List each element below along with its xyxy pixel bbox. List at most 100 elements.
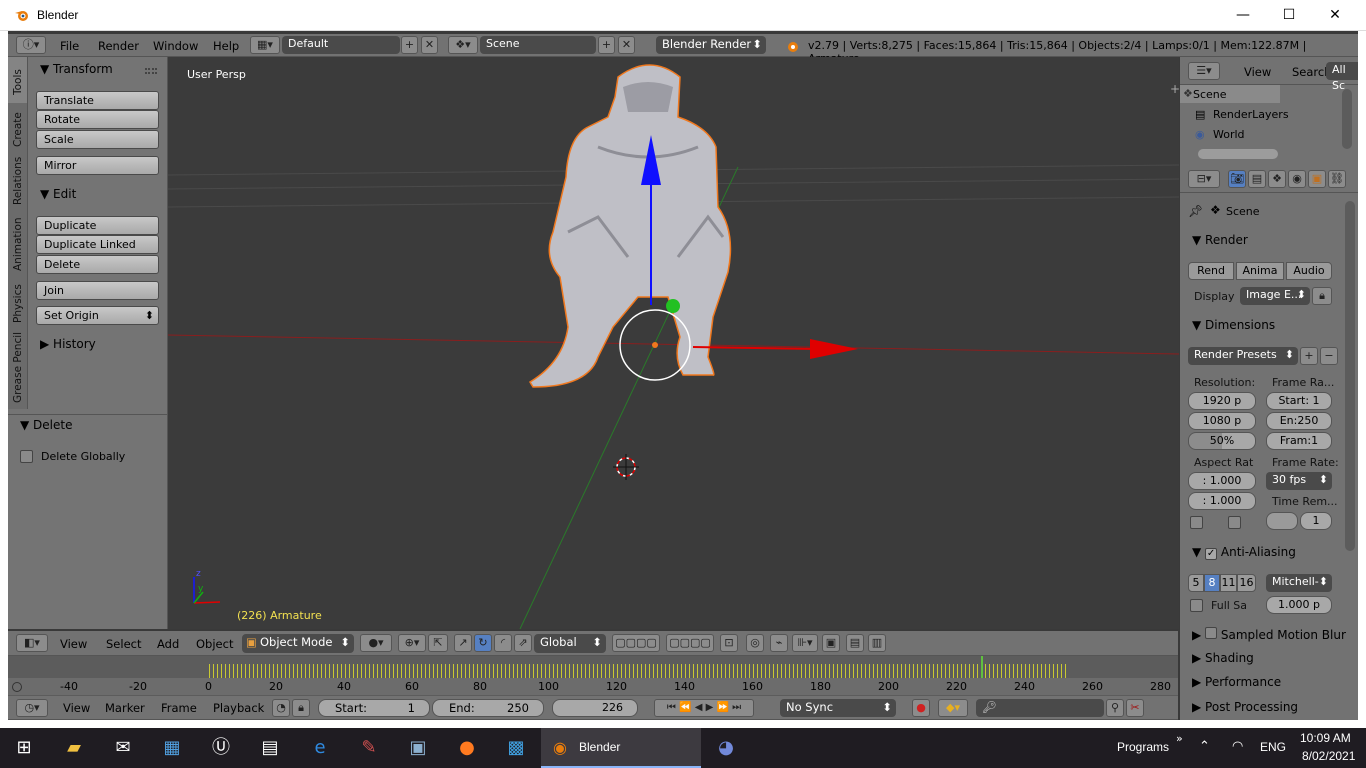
- outliner-item-world[interactable]: World: [1213, 128, 1245, 141]
- outliner-item-scene[interactable]: Scene: [1193, 88, 1227, 101]
- sampled-motion-blur-panel-toggle[interactable]: ▶ Sampled Motion Blur: [1192, 627, 1346, 642]
- time-remap-old-field[interactable]: [1266, 512, 1298, 530]
- properties-scrollbar[interactable]: [1345, 201, 1355, 551]
- lock-range-icon[interactable]: 🔒︎: [292, 699, 310, 717]
- history-panel-toggle[interactable]: ▶ History: [40, 337, 96, 351]
- scale-button[interactable]: Scale: [36, 130, 159, 149]
- sync-mode-select[interactable]: No Sync ⬍: [780, 699, 896, 717]
- network-wifi-icon[interactable]: ◠: [1232, 739, 1243, 754]
- viewport-menu-view[interactable]: View: [60, 637, 87, 651]
- aspect-y-field[interactable]: : 1.000: [1188, 492, 1256, 510]
- editor-type-outliner-icon[interactable]: ☰▾: [1188, 62, 1220, 80]
- 3d-cursor[interactable]: [613, 454, 639, 480]
- pivot-point-icon[interactable]: ⊕▾: [398, 634, 426, 652]
- constraints-context-icon[interactable]: ⛓︎: [1328, 170, 1346, 188]
- snap-icon[interactable]: ⌁: [770, 634, 788, 652]
- render-engine-select[interactable]: Blender Render ⬍: [656, 36, 766, 54]
- duplicate-button[interactable]: Duplicate: [36, 216, 159, 235]
- add-layout-icon[interactable]: +: [401, 36, 418, 54]
- discord-icon[interactable]: ◕: [702, 728, 750, 768]
- render-audio-button[interactable]: Audio: [1286, 262, 1332, 280]
- crop-checkbox[interactable]: [1228, 516, 1241, 529]
- menu-file[interactable]: File: [60, 39, 79, 53]
- aspect-x-field[interactable]: : 1.000: [1188, 472, 1256, 490]
- minimize-button[interactable]: —: [1220, 0, 1266, 31]
- performance-panel-toggle[interactable]: ▶ Performance: [1192, 675, 1281, 689]
- mail-icon[interactable]: ✉: [99, 728, 147, 768]
- render-animation-button[interactable]: Anima: [1236, 262, 1284, 280]
- layout-name-field[interactable]: Default: [282, 36, 400, 54]
- viewport-menu-select[interactable]: Select: [106, 637, 141, 651]
- record-keyframe-icon[interactable]: ●: [912, 699, 930, 717]
- start-button-icon[interactable]: ⊞: [0, 728, 48, 768]
- scene-name-field[interactable]: Scene: [480, 36, 596, 54]
- panel-grip-icon[interactable]: [145, 68, 157, 74]
- add-preset-icon[interactable]: +: [1300, 347, 1318, 365]
- maximize-button[interactable]: ☐: [1266, 0, 1312, 31]
- tab-relations[interactable]: Relations: [8, 153, 28, 211]
- outliner[interactable]: ☰▾ View Search All Sc ❖ Scene ▤ RenderLa…: [1180, 57, 1358, 165]
- app-icon[interactable]: ▩: [492, 728, 540, 768]
- aa-samples-11[interactable]: 11: [1220, 574, 1237, 592]
- rotate-manipulator-icon[interactable]: ↻: [474, 634, 492, 652]
- set-origin-select[interactable]: Set Origin ⬍: [36, 306, 159, 325]
- input-language-indicator[interactable]: ENG: [1260, 740, 1286, 754]
- unreal-engine-icon[interactable]: Ⓤ: [197, 728, 245, 768]
- tab-physics[interactable]: Physics: [8, 277, 28, 329]
- x-manipulator-arrow[interactable]: [810, 339, 858, 359]
- tab-create[interactable]: Create: [8, 103, 28, 153]
- ruler-scroll-left[interactable]: [12, 682, 22, 692]
- menu-window[interactable]: Window: [153, 39, 198, 53]
- outliner-display-mode-select[interactable]: All Sc: [1326, 62, 1358, 92]
- menu-render[interactable]: Render: [98, 39, 139, 53]
- remove-layout-icon[interactable]: ✕: [421, 36, 438, 54]
- viewport-menu-add[interactable]: Add: [157, 637, 179, 651]
- frame-rate-select[interactable]: 30 fps ⬍: [1266, 472, 1332, 490]
- screen-layout-icon[interactable]: ▦▾: [250, 36, 280, 54]
- delete-globally-checkbox[interactable]: [20, 450, 33, 463]
- toolbar-expand-icon[interactable]: »: [1176, 732, 1183, 745]
- taskbar-blender-button[interactable]: ◉ Blender: [541, 728, 701, 768]
- programs-toolbar-label[interactable]: Programs: [1117, 740, 1169, 754]
- aa-filter-size-field[interactable]: 1.000 p: [1266, 596, 1332, 614]
- world-context-icon[interactable]: ◉: [1288, 170, 1306, 188]
- editor-type-info-icon[interactable]: ⓘ▾: [16, 36, 46, 54]
- anti-aliasing-panel-toggle[interactable]: ▼ ✓ Anti-Aliasing: [1192, 545, 1296, 560]
- add-scene-icon[interactable]: +: [598, 36, 615, 54]
- join-button[interactable]: Join: [36, 281, 159, 300]
- opengl-render-icon[interactable]: ▣: [822, 634, 840, 652]
- edit-panel-toggle[interactable]: ▼ Edit: [40, 187, 76, 201]
- timeline-menu-playback[interactable]: Playback: [213, 701, 264, 715]
- aa-filter-select[interactable]: Mitchell- ⬍: [1266, 574, 1332, 592]
- delete-keyframe-icon[interactable]: ✂: [1126, 699, 1144, 717]
- aa-samples-5[interactable]: 5: [1188, 574, 1204, 592]
- translate-manipulator-icon[interactable]: ↗: [454, 634, 472, 652]
- remove-scene-icon[interactable]: ✕: [618, 36, 635, 54]
- transform-icon[interactable]: ⇗: [514, 634, 532, 652]
- y-manipulator-handle[interactable]: [666, 299, 680, 313]
- aa-samples-16[interactable]: 16: [1237, 574, 1256, 592]
- render-layers-context-icon[interactable]: ▤: [1248, 170, 1266, 188]
- file-explorer-icon[interactable]: ▰: [50, 728, 98, 768]
- show-hidden-icons-icon[interactable]: ⌃: [1199, 739, 1210, 754]
- tab-tools[interactable]: Tools: [8, 57, 28, 103]
- keying-set-field[interactable]: 🔑︎: [976, 699, 1104, 717]
- duplicate-linked-button[interactable]: Duplicate Linked: [36, 235, 159, 254]
- editor-type-properties-icon[interactable]: ⊟▾: [1188, 170, 1220, 188]
- delete-button[interactable]: Delete: [36, 255, 159, 274]
- full-sample-checkbox[interactable]: [1190, 599, 1203, 612]
- opengl-render-still-icon[interactable]: ▤: [846, 634, 864, 652]
- shading-panel-toggle[interactable]: ▶ Shading: [1192, 651, 1254, 665]
- tab-animation[interactable]: Animation: [8, 211, 28, 277]
- opengl-render-animation-icon[interactable]: ▥: [868, 634, 886, 652]
- transform-orientation-select[interactable]: Global ⬍: [534, 634, 606, 653]
- outliner-menu-view[interactable]: View: [1244, 65, 1271, 79]
- dimensions-panel-toggle[interactable]: ▼ Dimensions: [1192, 318, 1275, 332]
- resolution-percent-slider[interactable]: 50%: [1188, 432, 1256, 450]
- start-frame-field[interactable]: Start: 1: [318, 699, 430, 717]
- object-mode-select[interactable]: ▣ Object Mode ⬍: [242, 634, 354, 653]
- object-context-icon[interactable]: ▣: [1308, 170, 1326, 188]
- firefox-icon[interactable]: ●: [443, 728, 491, 768]
- playback-controls[interactable]: ⏮ ⏪ ◀ ▶ ⏩ ⏭: [654, 699, 754, 717]
- photos-icon[interactable]: ▣: [394, 728, 442, 768]
